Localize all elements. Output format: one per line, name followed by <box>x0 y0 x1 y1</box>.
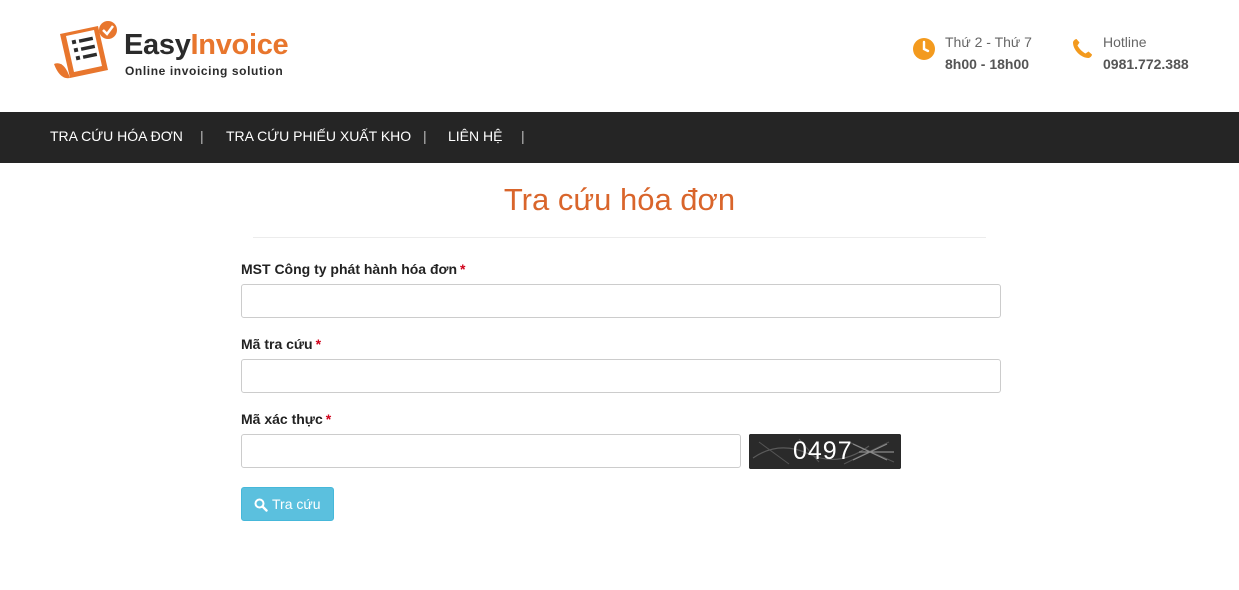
lookup-code-input[interactable] <box>241 359 1001 393</box>
hotline-number[interactable]: 0981.772.388 <box>1103 56 1189 72</box>
lookup-code-label-text: Mã tra cứu <box>241 336 313 352</box>
nav-item-tra-cuu-phieu-xuat-kho[interactable]: TRA CỨU PHIẾU XUẤT KHO <box>226 128 411 144</box>
site-header: EasyInvoice Online invoicing solution Th… <box>0 0 1239 112</box>
page-title: Tra cứu hóa đơn <box>503 182 736 217</box>
search-button-label: Tra cứu <box>272 496 321 512</box>
search-icon <box>254 498 268 512</box>
tax-code-label-text: MST Công ty phát hành hóa đơn <box>241 261 458 277</box>
captcha-image: 0497 <box>749 434 901 469</box>
easyinvoice-logo[interactable]: EasyInvoice Online invoicing solution <box>50 20 310 84</box>
working-hours: Thứ 2 - Thứ 7 8h00 - 18h00 <box>912 34 1062 78</box>
title-divider <box>253 237 986 238</box>
phone-icon <box>1073 39 1092 58</box>
logo-name-part2: Invoice <box>190 29 289 61</box>
nav-item-tra-cuu-hoa-don[interactable]: TRA CỨU HÓA ĐƠN <box>50 128 183 144</box>
tax-code-label: MST Công ty phát hành hóa đơn * <box>241 261 466 277</box>
working-time: 8h00 - 18h00 <box>945 56 1030 72</box>
lookup-code-label: Mã tra cứu * <box>241 336 321 352</box>
hotline-label: Hotline <box>1103 34 1147 50</box>
logo-tagline: Online invoicing solution <box>125 64 284 78</box>
captcha-code: 0497 <box>793 437 853 465</box>
captcha-label: Mã xác thực * <box>241 411 331 427</box>
captcha-input[interactable] <box>241 434 741 468</box>
main-nav: TRA CỨU HÓA ĐƠN | TRA CỨU PHIẾU XUẤT KHO… <box>0 112 1239 163</box>
required-mark: * <box>315 336 322 352</box>
invoice-logo-icon <box>54 21 117 79</box>
hotline: Hotline 0981.772.388 <box>1070 34 1220 78</box>
logo-name-part1: Easy <box>124 29 191 61</box>
required-mark: * <box>460 261 466 277</box>
nav-separator: | <box>200 128 204 144</box>
nav-item-lien-he[interactable]: LIÊN HỆ <box>448 128 502 144</box>
nav-separator: | <box>521 128 525 144</box>
nav-separator: | <box>423 128 427 144</box>
tax-code-input[interactable] <box>241 284 1001 318</box>
working-days: Thứ 2 - Thứ 7 <box>945 34 1032 50</box>
captcha-label-text: Mã xác thực <box>241 411 323 427</box>
search-button[interactable]: Tra cứu <box>241 487 334 521</box>
logo-name: EasyInvoice <box>124 28 289 62</box>
clock-icon <box>913 38 935 60</box>
required-mark: * <box>325 411 332 427</box>
